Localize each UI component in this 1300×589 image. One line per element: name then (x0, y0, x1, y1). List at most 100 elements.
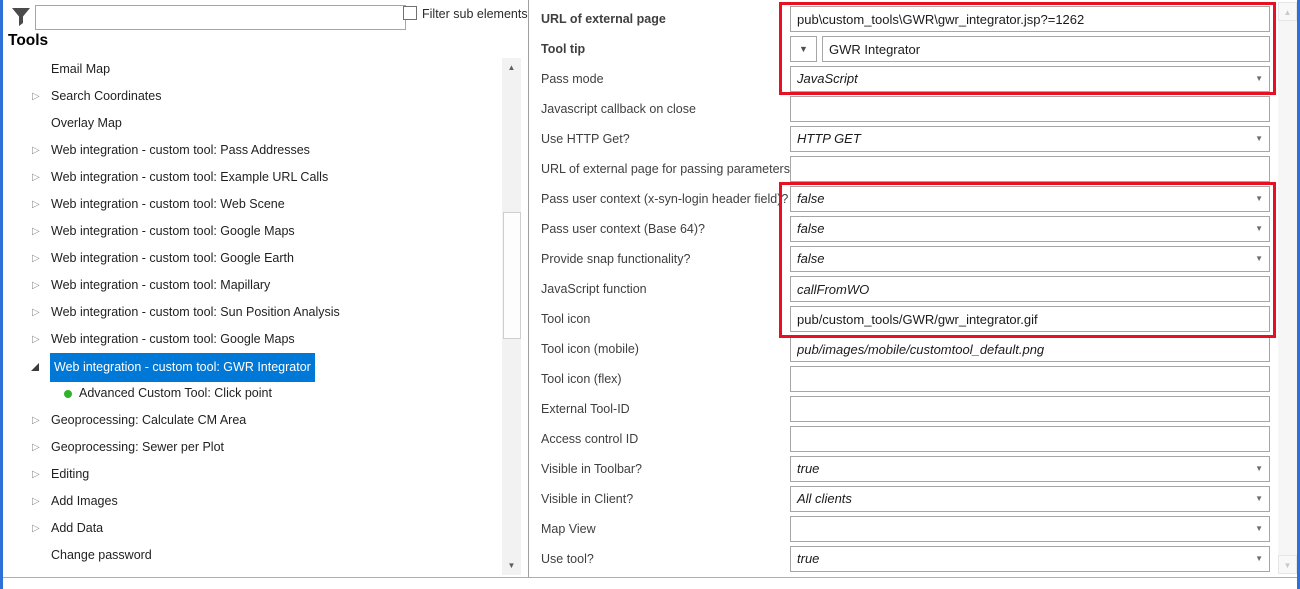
tree-scrollbar-thumb[interactable] (503, 212, 521, 339)
chevron-down-icon[interactable]: ▼ (1255, 127, 1263, 151)
tree-item[interactable]: ▷ Web integration - custom tool: Mapillar… (3, 272, 498, 299)
tree-item[interactable]: ▷ Geoprocessing: Sewer per Plot (3, 434, 498, 461)
tree-item[interactable]: Web integration - custom tool: GWR Integ… (3, 353, 498, 380)
tree-item-label: Web integration - custom tool: Example U… (51, 164, 328, 191)
tree-item[interactable]: Email Map (3, 56, 498, 83)
form-field-label: Visible in Toolbar? (541, 456, 642, 482)
form-field-label: URL of external page for passing paramet… (541, 156, 790, 182)
tree-item-label: Geoprocessing: Calculate CM Area (51, 407, 246, 434)
chevron-right-icon[interactable]: ▷ (32, 83, 40, 110)
form-select[interactable]: false ▼ (790, 216, 1270, 242)
form-text-input[interactable] (790, 276, 1270, 302)
form-field-label: JavaScript function (541, 276, 647, 302)
tree-item-label: Geoprocessing: Sewer per Plot (51, 434, 224, 461)
form-select[interactable]: false▼ (790, 186, 1270, 212)
form-text-input[interactable] (790, 306, 1270, 332)
tree-item[interactable]: ▷ Geoprocessing: Calculate CM Area (3, 407, 498, 434)
tree-item-label: Web integration - custom tool: Mapillary (51, 272, 270, 299)
chevron-down-icon[interactable]: ▼ (1255, 67, 1263, 91)
form-field-label: Tool icon (mobile) (541, 336, 639, 362)
select-value: JavaScript (797, 67, 858, 91)
tree-item-label: Web integration - custom tool: Pass Addr… (51, 137, 310, 164)
tree-item[interactable]: ▷Add Data (3, 515, 498, 542)
tree-item-label: Web integration - custom tool: GWR Integ… (50, 353, 315, 382)
tree-item[interactable]: ▷Search Coordinates (3, 83, 498, 110)
select-value: false (797, 217, 824, 241)
form-field-label: Provide snap functionality? (541, 246, 690, 272)
chevron-down-icon[interactable]: ▼ (1255, 487, 1263, 511)
bottom-separator (0, 577, 1300, 578)
form-text-input[interactable] (790, 6, 1270, 32)
scroll-down-icon[interactable]: ▼ (502, 556, 521, 575)
form-text-input[interactable] (790, 156, 1270, 182)
form-text-input[interactable] (790, 426, 1270, 452)
chevron-right-icon[interactable]: ▷ (32, 515, 40, 542)
chevron-right-icon[interactable]: ▷ (32, 245, 40, 272)
form-select[interactable]: true ▼ (790, 546, 1270, 572)
dropdown-button[interactable]: ▼ (790, 36, 817, 62)
chevron-right-icon[interactable]: ▷ (32, 218, 40, 245)
tree-item[interactable]: ▷ Web integration - custom tool: Pass Add… (3, 137, 498, 164)
chevron-right-icon[interactable]: ▷ (32, 299, 40, 326)
chevron-right-icon[interactable]: ▷ (32, 326, 40, 353)
form-select[interactable]: true▼ (790, 456, 1270, 482)
form-field-label: Tool tip (541, 36, 585, 62)
form-field-label: Map View (541, 516, 596, 542)
tree-item[interactable]: ▷Add Images (3, 488, 498, 515)
form-scrollbar[interactable]: ▲ ▼ (1278, 2, 1297, 574)
tree-item-label: Web integration - custom tool: Sun Posit… (51, 299, 340, 326)
form-field-label: Tool icon (flex) (541, 366, 622, 392)
form-text-input[interactable] (790, 96, 1270, 122)
tree-item[interactable]: ▷Web integration - custom tool: Web Scen… (3, 191, 498, 218)
chevron-down-icon[interactable]: ▼ (1255, 217, 1263, 241)
form-select[interactable]: JavaScript ▼ (790, 66, 1270, 92)
tree-item[interactable]: ▷ Web integration - custom tool: Example … (3, 164, 498, 191)
chevron-right-icon[interactable]: ▷ (32, 407, 40, 434)
tree-item[interactable]: ▷ Editing (3, 461, 498, 488)
form-select[interactable]: HTTP GET▼ (790, 126, 1270, 152)
chevron-expanded-icon[interactable] (31, 363, 39, 371)
chevron-right-icon[interactable]: ▷ (32, 461, 40, 488)
tree-scrollbar[interactable]: ▲ ▼ (502, 58, 521, 575)
form-text-input[interactable] (822, 36, 1270, 62)
tree-item[interactable]: Advanced Custom Tool: Click point (3, 380, 498, 407)
select-value: true (797, 547, 819, 571)
form-text-input[interactable] (790, 366, 1270, 392)
tree-item-label: Change password (51, 542, 152, 569)
chevron-right-icon[interactable]: ▷ (32, 191, 40, 218)
form-field-label: Visible in Client? (541, 486, 633, 512)
select-value: false (797, 247, 824, 271)
chevron-down-icon[interactable]: ▼ (1255, 457, 1263, 481)
form-field-label: Javascript callback on close (541, 96, 696, 122)
scroll-up-icon[interactable]: ▲ (1278, 2, 1297, 21)
tree-item-label: Web integration - custom tool: Google Ma… (51, 326, 295, 353)
scroll-up-icon[interactable]: ▲ (502, 58, 521, 77)
tree-item[interactable]: ▷ Web integration - custom tool: Sun Posi… (3, 299, 498, 326)
form-field-label: Pass user context (x-syn-login header fi… (541, 186, 788, 212)
form-select[interactable]: false ▼ (790, 246, 1270, 272)
tree-item-label: Editing (51, 461, 89, 488)
scroll-down-icon[interactable]: ▼ (1278, 555, 1297, 574)
form-select[interactable]: ▼ (790, 516, 1270, 542)
form-text-input[interactable] (790, 336, 1270, 362)
chevron-down-icon[interactable]: ▼ (1255, 187, 1263, 211)
chevron-right-icon[interactable]: ▷ (32, 137, 40, 164)
chevron-right-icon[interactable]: ▷ (32, 164, 40, 191)
tree-item[interactable]: ▷ Web integration - custom tool: Google M… (3, 218, 498, 245)
form-text-input[interactable] (790, 396, 1270, 422)
chevron-right-icon[interactable]: ▷ (32, 488, 40, 515)
form-select[interactable]: All clients▼ (790, 486, 1270, 512)
green-bullet-icon (64, 390, 72, 398)
tree-item[interactable]: Change password (3, 542, 498, 569)
chevron-down-icon[interactable]: ▼ (1255, 247, 1263, 271)
window-border-left (0, 0, 3, 589)
chevron-right-icon[interactable]: ▷ (32, 434, 40, 461)
form-field-label: External Tool-ID (541, 396, 630, 422)
chevron-right-icon[interactable]: ▷ (32, 272, 40, 299)
tree-item[interactable]: ▷Web integration - custom tool: Google E… (3, 245, 498, 272)
chevron-down-icon[interactable]: ▼ (1255, 547, 1263, 571)
tree-item[interactable]: Overlay Map (3, 110, 498, 137)
chevron-down-icon[interactable]: ▼ (1255, 517, 1263, 541)
tree-item[interactable]: ▷ Web integration - custom tool: Google M… (3, 326, 498, 353)
tree-item-label: Web integration - custom tool: Google Ma… (51, 218, 295, 245)
